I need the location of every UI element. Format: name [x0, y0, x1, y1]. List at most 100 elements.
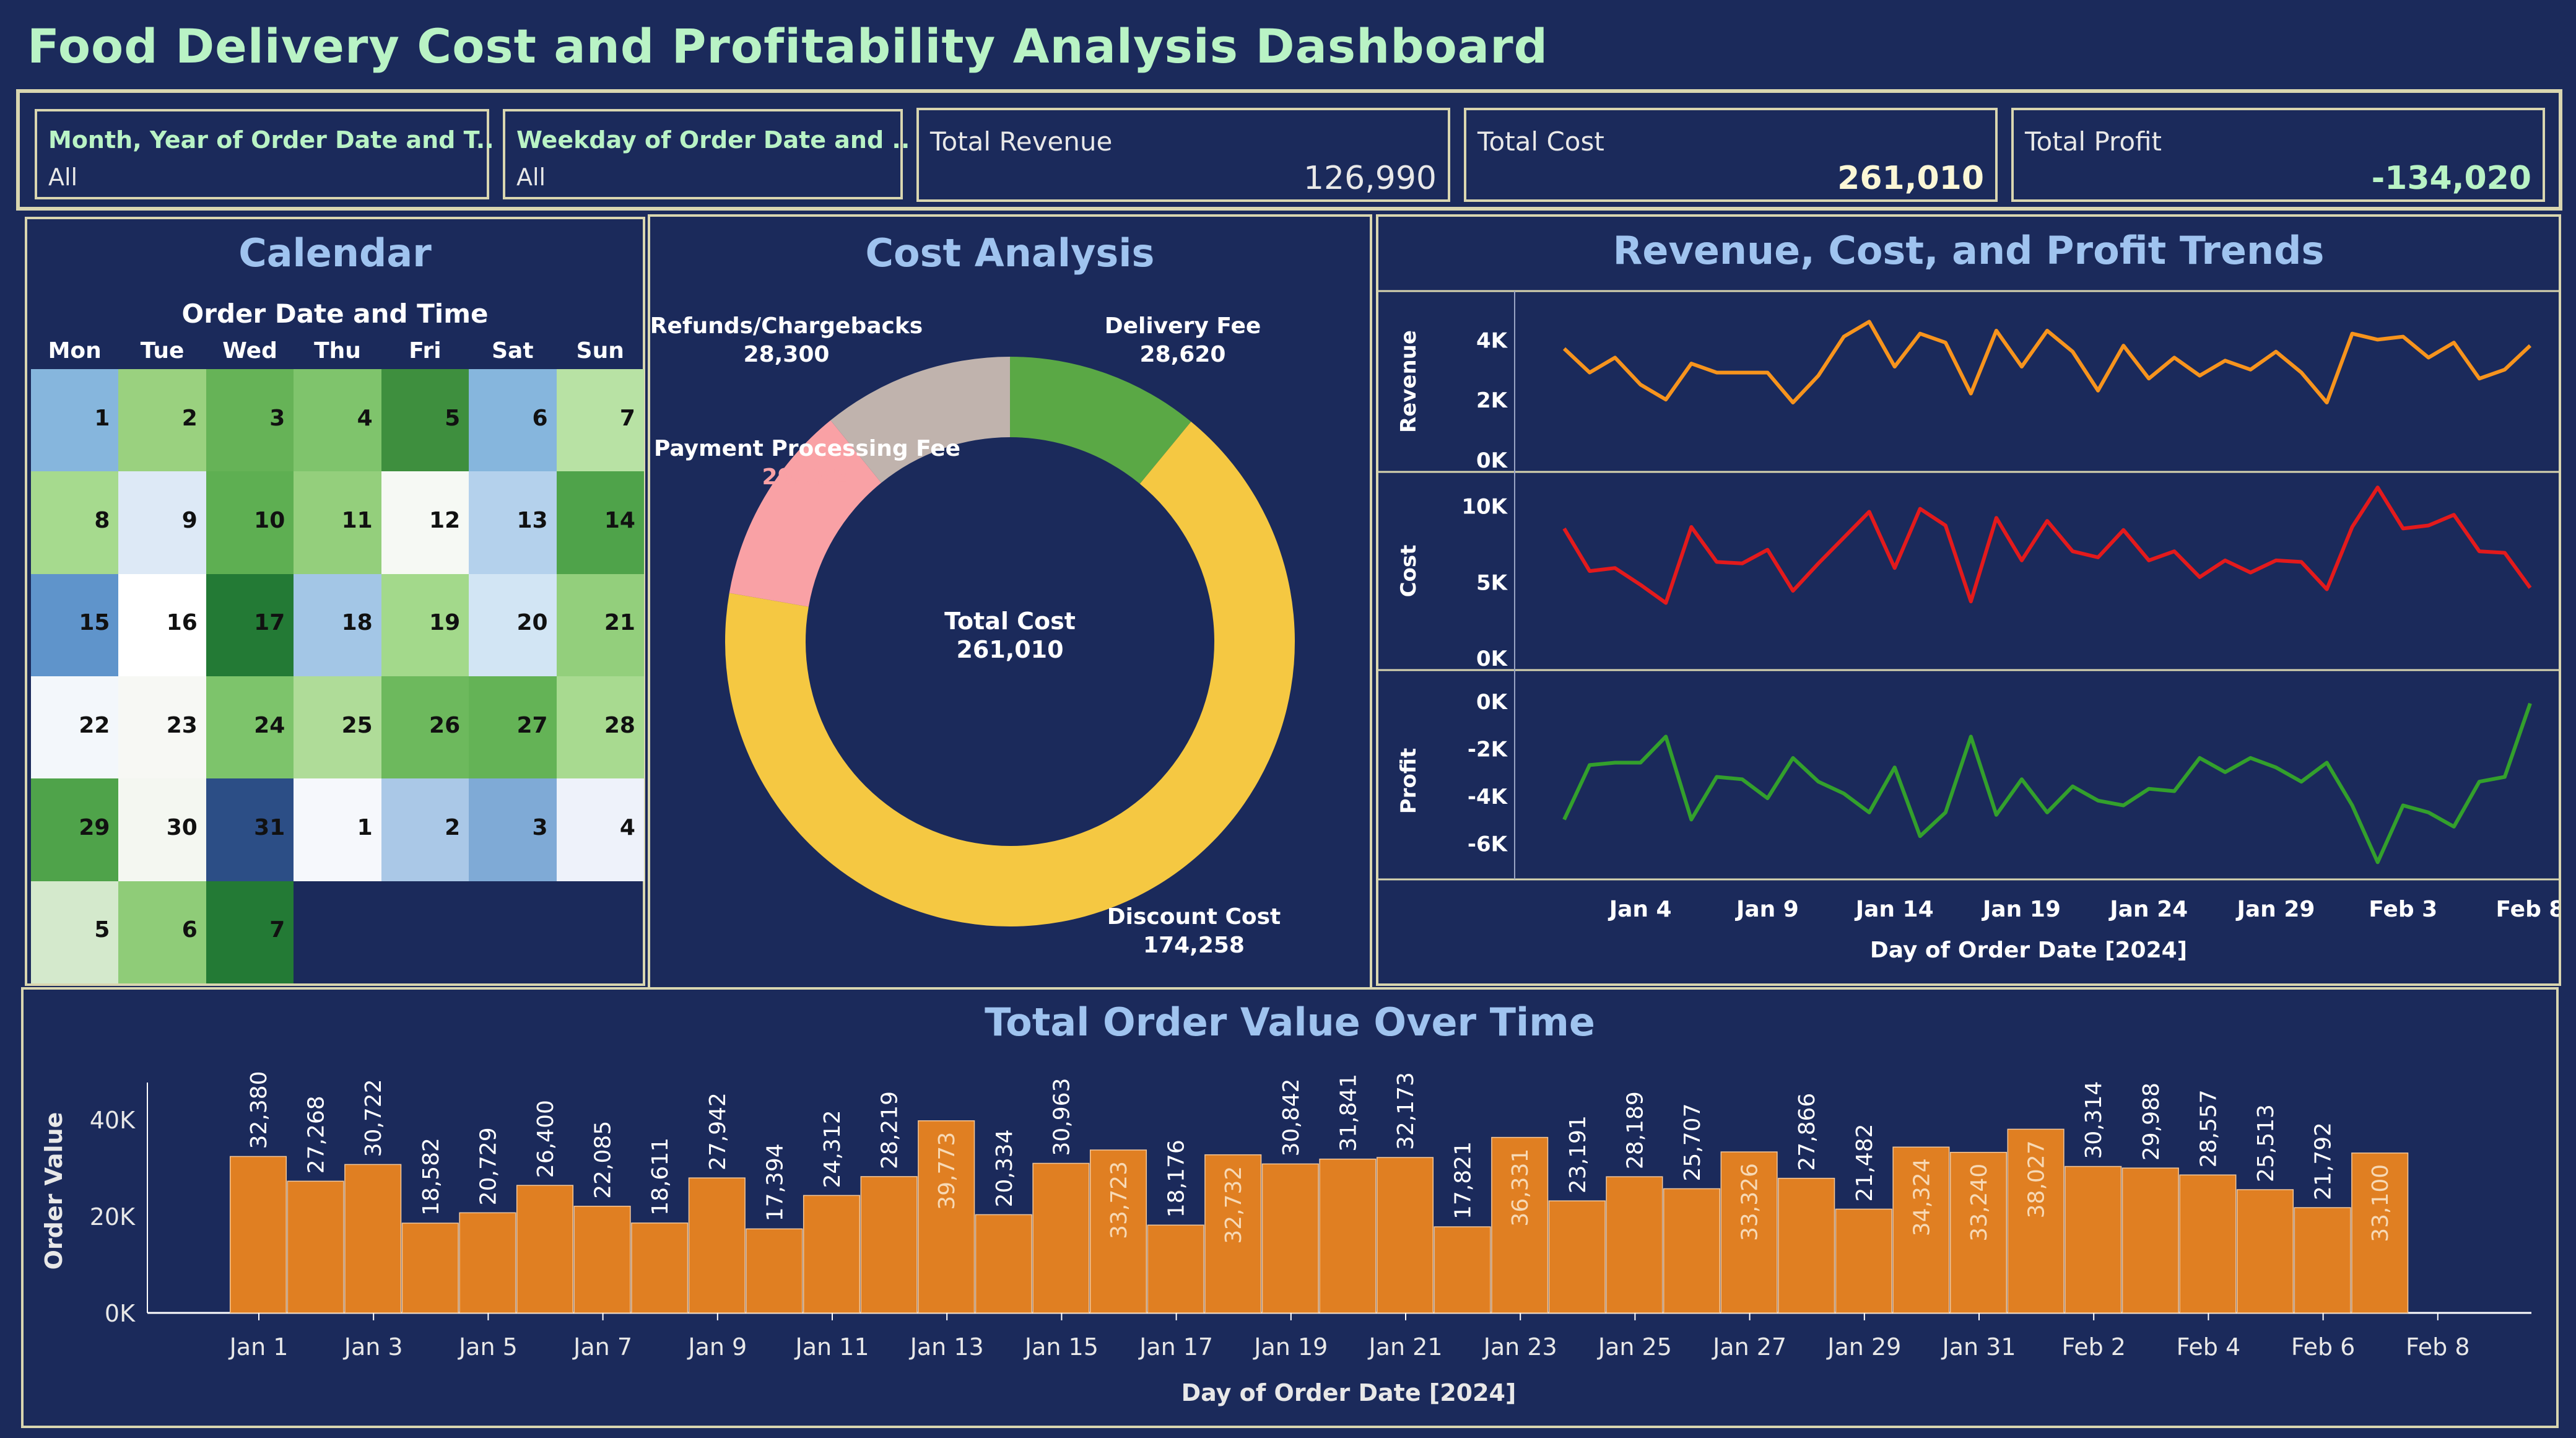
- bar: [287, 1180, 344, 1314]
- calendar-day-cell[interactable]: 24: [206, 676, 294, 779]
- bar-data-label: 31,841: [1336, 1074, 1361, 1152]
- calendar-day-cell[interactable]: 17: [206, 573, 294, 676]
- calendar-day-number: 10: [254, 507, 285, 533]
- calendar-day-number: 2: [181, 405, 198, 431]
- filter-weekday-label: Weekday of Order Date and ..: [516, 126, 910, 154]
- filter-weekday[interactable]: Weekday of Order Date and .. All: [503, 109, 910, 199]
- calendar-day-number: 18: [341, 610, 373, 636]
- calendar-day-cell[interactable]: 21: [556, 573, 644, 676]
- trends-x-tick: Jan 19: [1981, 897, 2061, 922]
- trends-x-tick: Feb 8: [2496, 897, 2559, 922]
- calendar-day-cell[interactable]: 3: [206, 369, 294, 472]
- calendar-day-cell[interactable]: 3: [469, 778, 557, 881]
- calendar-day-cell[interactable]: 15: [31, 573, 119, 676]
- filter-weekday-value[interactable]: All: [516, 163, 546, 191]
- kpi-total-revenue: Total Revenue 126,990: [916, 108, 1450, 202]
- bar-data-label: 32,380: [246, 1071, 272, 1149]
- bar: [2179, 1174, 2237, 1314]
- calendar-day-cell[interactable]: 14: [556, 471, 644, 574]
- calendar-day-cell[interactable]: 5: [381, 369, 469, 472]
- calendar-day-cell[interactable]: 29: [31, 778, 119, 881]
- trends-x-tick: Jan 24: [2108, 897, 2188, 922]
- calendar-day-cell[interactable]: 10: [206, 471, 294, 574]
- calendar-day-cell[interactable]: 1: [31, 369, 119, 472]
- calendar-day-number: 16: [166, 610, 198, 636]
- bar-data-label: 18,582: [419, 1138, 444, 1216]
- calendar-day-cell[interactable]: 26: [381, 676, 469, 779]
- calendar-day-cell[interactable]: 23: [118, 676, 206, 779]
- calendar-day-cell[interactable]: 6: [118, 881, 206, 983]
- bar-data-label: 22,085: [591, 1121, 616, 1199]
- calendar-weekday-wed: Wed: [222, 338, 277, 364]
- calendar-day-cell[interactable]: 5: [31, 881, 119, 983]
- bars-x-tick: Feb 6: [2291, 1333, 2356, 1361]
- bars-x-tick: Jan 31: [1941, 1333, 2016, 1361]
- bar: [516, 1185, 574, 1314]
- calendar-day-number: 19: [429, 610, 461, 636]
- calendar-day-number: 3: [532, 814, 548, 840]
- kpi-profit-label: Total Profit: [2025, 126, 2162, 157]
- calendar-day-cell[interactable]: 4: [294, 369, 381, 472]
- bars-x-tick: Feb 8: [2406, 1333, 2470, 1361]
- donut-label-value: 174,258: [1143, 933, 1245, 958]
- calendar-day-cell[interactable]: 7: [206, 881, 294, 983]
- filter-month-year[interactable]: Month, Year of Order Date and T.. All: [35, 109, 494, 199]
- bars-x-tick: Feb 2: [2061, 1333, 2126, 1361]
- calendar-day-cell[interactable]: 8: [31, 471, 119, 574]
- calendar-day-cell[interactable]: 28: [556, 676, 644, 779]
- calendar-day-cell[interactable]: 22: [31, 676, 119, 779]
- trends-series-line-revenue: [1562, 320, 2532, 404]
- calendar-day-number: 7: [269, 917, 285, 943]
- calendar-day-cell[interactable]: 20: [469, 573, 557, 676]
- calendar-weekday-fri: Fri: [409, 338, 442, 364]
- bar: [1434, 1226, 1491, 1314]
- calendar-day-cell[interactable]: 6: [469, 369, 557, 472]
- filter-month-year-value[interactable]: All: [48, 163, 77, 191]
- donut-label-category: Payment Processing Fee: [654, 436, 960, 461]
- calendar-day-number: 6: [181, 917, 198, 943]
- bar-data-label: 27,942: [705, 1092, 731, 1170]
- bars-x-tick: Jan 17: [1138, 1333, 1213, 1361]
- calendar-day-cell[interactable]: 2: [381, 778, 469, 881]
- bar: [1319, 1158, 1377, 1314]
- calendar-weekday-row: Mon Tue Wed Thu Fri Sat Sun: [31, 338, 644, 369]
- calendar-day-number: 15: [79, 610, 110, 636]
- bars-x-tick: Jan 21: [1367, 1333, 1442, 1361]
- calendar-day-cell[interactable]: 7: [556, 369, 644, 472]
- calendar-day-cell[interactable]: 13: [469, 471, 557, 574]
- trends-y-tick: 0K: [1476, 647, 1508, 671]
- bars-x-tick: Jan 25: [1597, 1333, 1672, 1361]
- calendar-day-cell[interactable]: 12: [381, 471, 469, 574]
- calendar-day-cell[interactable]: 19: [381, 573, 469, 676]
- trends-y-label: Profit: [1396, 748, 1421, 814]
- bars-x-tick: Jan 7: [572, 1333, 632, 1361]
- calendar-day-cell[interactable]: 4: [556, 778, 644, 881]
- calendar-day-number: 3: [269, 405, 285, 431]
- calendar-weekday-sun: Sun: [576, 338, 624, 364]
- filter-month-year-label: Month, Year of Order Date and T..: [48, 126, 494, 154]
- calendar-day-cell[interactable]: 27: [469, 676, 557, 779]
- bar: [746, 1228, 803, 1314]
- calendar-day-cell[interactable]: 16: [118, 573, 206, 676]
- calendar-day-cell[interactable]: 18: [294, 573, 381, 676]
- calendar-day-cell[interactable]: 30: [118, 778, 206, 881]
- bar-data-label: 30,314: [2081, 1081, 2107, 1159]
- calendar-day-cell[interactable]: 9: [118, 471, 206, 574]
- calendar-subtitle: Order Date and Time: [181, 298, 489, 329]
- bar-data-label: 28,557: [2196, 1089, 2221, 1167]
- calendar-day-cell[interactable]: 31: [206, 778, 294, 881]
- bar-data-label: 27,866: [1795, 1093, 1820, 1171]
- trends-series-line-profit: [1562, 702, 2532, 865]
- calendar-day-cell[interactable]: 25: [294, 676, 381, 779]
- bar: [1261, 1163, 1319, 1314]
- bar: [1032, 1162, 1090, 1314]
- calendar-day-cell[interactable]: 11: [294, 471, 381, 574]
- bar-data-label: 21,792: [2311, 1122, 2336, 1200]
- calendar-day-number: 13: [516, 507, 548, 533]
- bars-x-tick: Jan 1: [228, 1333, 289, 1361]
- calendar-weekday-thu: Thu: [314, 338, 361, 364]
- calendar-day-number: 14: [604, 507, 635, 533]
- bars-x-tick: Jan 3: [343, 1333, 403, 1361]
- calendar-day-cell[interactable]: 1: [294, 778, 381, 881]
- calendar-day-cell[interactable]: 2: [118, 369, 206, 472]
